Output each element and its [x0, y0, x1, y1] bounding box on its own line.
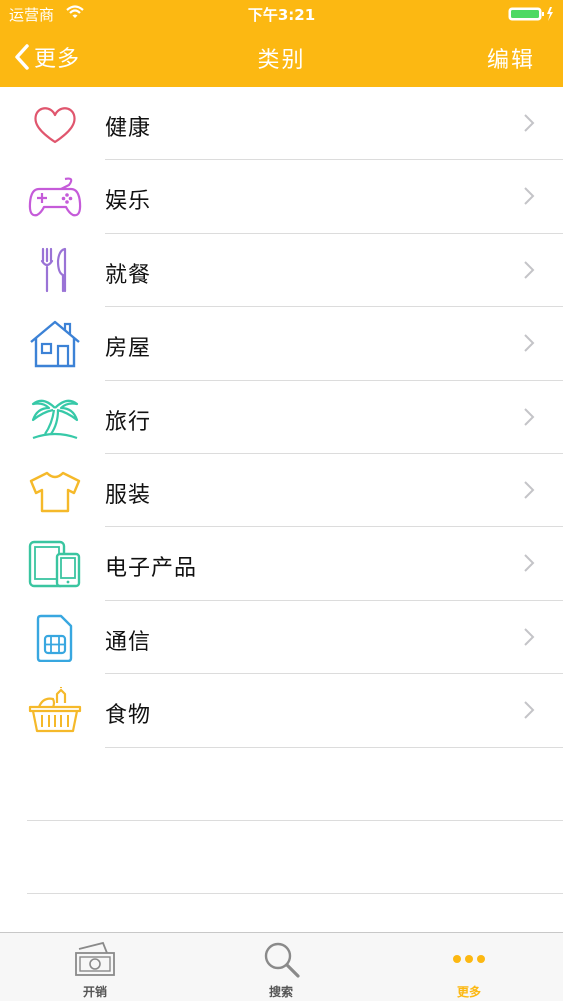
- category-label: 食物: [105, 703, 152, 729]
- category-row-electronics[interactable]: 电子产品: [0, 527, 563, 601]
- tshirt-icon: [29, 471, 81, 513]
- navigation-bar: 更多 类别 编辑: [0, 28, 563, 87]
- category-label: 房屋: [105, 336, 152, 362]
- tab-label: 搜索: [268, 985, 293, 999]
- chevron-right-icon: [524, 187, 535, 206]
- sim-card-icon: [36, 614, 73, 662]
- palm-tree-icon: [31, 399, 79, 439]
- category-label: 电子产品: [105, 556, 198, 582]
- chevron-right-icon: [524, 628, 535, 646]
- category-label: 旅行: [105, 409, 152, 435]
- category-label: 健康: [105, 116, 152, 141]
- fork-knife-icon: [40, 247, 67, 292]
- page-title: 类别: [257, 48, 306, 73]
- edit-button[interactable]: 编辑: [487, 42, 535, 74]
- search-icon: [264, 942, 300, 978]
- money-icon: [75, 941, 115, 976]
- status-bar: 运营商 下午3:21: [0, 0, 563, 28]
- category-list: 健康 娱乐 就餐 房屋 旅行 服装 电子产品 通信 食物: [0, 87, 563, 895]
- chevron-right-icon: [524, 554, 535, 573]
- empty-row: [0, 821, 563, 895]
- tab-bar: 开销 搜索 更多: [0, 932, 563, 1001]
- devices-icon: [28, 541, 81, 588]
- empty-row: [0, 748, 563, 821]
- tab-label: 更多: [456, 985, 481, 999]
- chevron-right-icon: [524, 407, 535, 426]
- category-row-dining[interactable]: 就餐: [0, 234, 563, 308]
- battery-icon: [508, 7, 553, 21]
- category-row-health[interactable]: 健康: [0, 87, 563, 161]
- category-row-housing[interactable]: 房屋: [0, 307, 563, 381]
- chevron-right-icon: [524, 701, 535, 719]
- chevron-right-icon: [524, 261, 535, 279]
- more-dots-icon: [453, 955, 485, 963]
- category-row-food[interactable]: 食物: [0, 674, 563, 748]
- category-label: 服装: [105, 482, 152, 508]
- category-row-entertainment[interactable]: 娱乐: [0, 160, 563, 234]
- tab-search[interactable]: 搜索: [221, 933, 341, 1001]
- category-label: 通信: [105, 629, 152, 655]
- status-time: 下午3:21: [247, 6, 316, 24]
- category-label: 就餐: [105, 262, 152, 288]
- category-label: 娱乐: [105, 189, 152, 215]
- tab-label: 开销: [82, 985, 107, 999]
- tab-expenses[interactable]: 开销: [35, 933, 155, 1001]
- category-row-travel[interactable]: 旅行: [0, 381, 563, 454]
- chevron-right-icon: [524, 481, 535, 499]
- house-icon: [30, 320, 80, 368]
- chevron-right-icon: [524, 114, 535, 132]
- row-separator: [27, 893, 563, 895]
- chevron-right-icon: [524, 334, 535, 352]
- category-row-communication[interactable]: 通信: [0, 601, 563, 675]
- gamepad-icon: [28, 177, 82, 217]
- tab-more[interactable]: 更多: [409, 933, 529, 1001]
- category-row-clothing[interactable]: 服装: [0, 454, 563, 528]
- heart-icon: [34, 107, 76, 144]
- header: 运营商 下午3:21 更多 类别 编辑: [0, 0, 563, 87]
- food-basket-icon: [28, 687, 82, 733]
